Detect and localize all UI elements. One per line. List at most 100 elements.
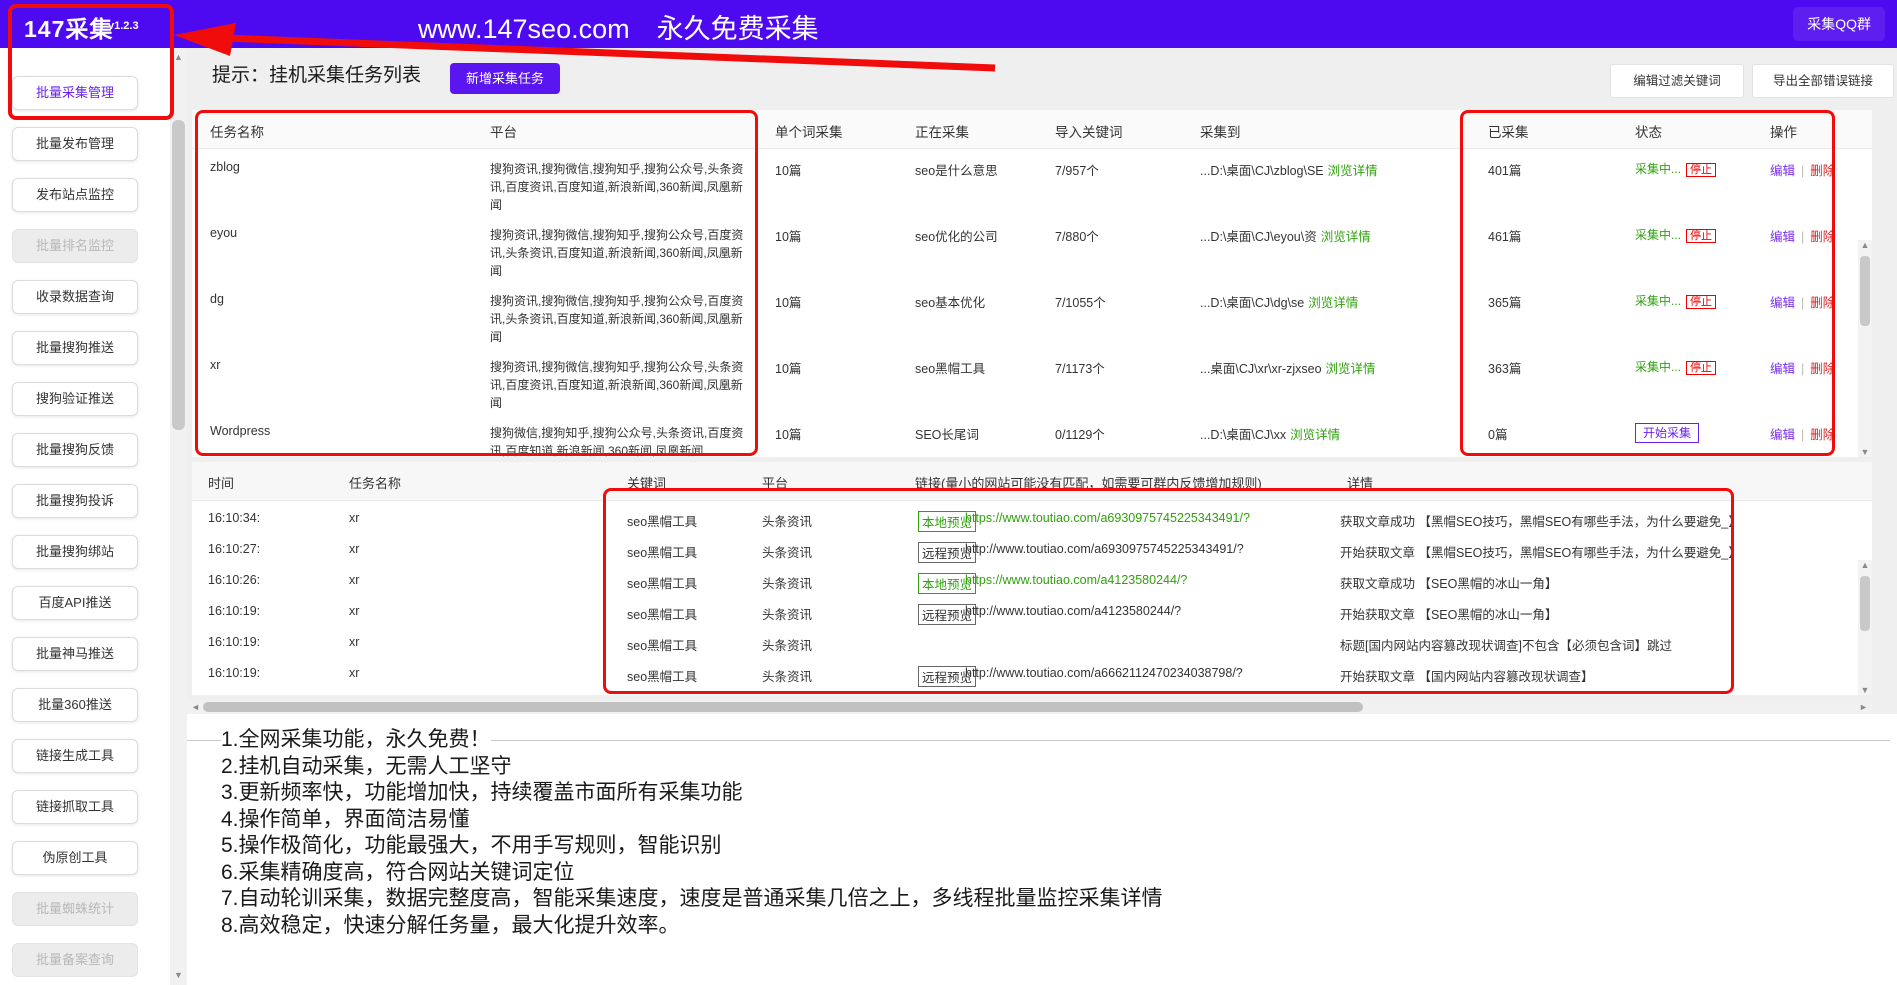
- stop-button[interactable]: 停止: [1686, 295, 1716, 309]
- log-row: 16:10:19: xr seo黑帽工具 头条资讯 标题[国内网站内容篡改现状调…: [192, 628, 1872, 659]
- delete-link[interactable]: 删除: [1810, 428, 1835, 442]
- collected-count: 365篇: [1488, 292, 1521, 311]
- sidebar-item-baidu-api-push[interactable]: 百度API推送: [12, 586, 138, 620]
- path-text: ...D:\桌面\CJ\zblog\SE: [1200, 164, 1324, 178]
- sidebar-item-batch-sogou-feedback[interactable]: 批量搜狗反馈: [12, 433, 138, 467]
- edit-link[interactable]: 编辑: [1770, 362, 1795, 376]
- actions-cell: 编辑|删除: [1770, 160, 1835, 179]
- sidebar-item-publish-site-monitor[interactable]: 发布站点监控: [12, 178, 138, 212]
- browse-details-link[interactable]: 浏览详情: [1326, 362, 1376, 376]
- feature-item: 1.全网采集功能，永久免费！: [221, 727, 1163, 754]
- scroll-up-icon[interactable]: ▲: [1858, 560, 1872, 570]
- sidebar-item-pseudo-original-tool[interactable]: 伪原创工具: [12, 841, 138, 875]
- actions-cell: 编辑|删除: [1770, 226, 1835, 245]
- scrollbar-thumb[interactable]: [1860, 576, 1870, 631]
- stop-button[interactable]: 停止: [1686, 163, 1716, 177]
- log-time: 16:10:19:: [208, 666, 260, 680]
- stop-button[interactable]: 停止: [1686, 361, 1716, 375]
- browse-details-link[interactable]: 浏览详情: [1290, 428, 1340, 442]
- running-status: 采集中...: [1635, 360, 1681, 374]
- status-cell: 采集中...停止: [1635, 160, 1716, 177]
- per-word-count: 10篇: [775, 160, 801, 179]
- delete-link[interactable]: 删除: [1810, 164, 1835, 178]
- article-link[interactable]: http://www.toutiao.com/a4123580244/?: [965, 604, 1181, 618]
- path-text: ...D:\桌面\CJ\eyou\资: [1200, 230, 1317, 244]
- edit-link[interactable]: 编辑: [1770, 296, 1795, 310]
- new-task-button[interactable]: 新增采集任务: [450, 63, 560, 94]
- sidebar-item-link-generate-tool[interactable]: 链接生成工具: [12, 739, 138, 773]
- log-platform: 头条资讯: [762, 542, 812, 561]
- task-table-scrollbar[interactable]: ▲ ▼: [1858, 240, 1872, 457]
- log-time: 16:10:19:: [208, 635, 260, 649]
- current-keyword: seo优化的公司: [915, 226, 998, 245]
- scroll-down-icon[interactable]: ▼: [1858, 685, 1872, 695]
- article-link[interactable]: http://www.toutiao.com/a6662112470234038…: [965, 666, 1243, 680]
- delete-link[interactable]: 删除: [1810, 230, 1835, 244]
- log-detail: 获取文章成功 【黑帽SEO技巧，黑帽SEO有哪些手法，为什么要避免_】: [1340, 511, 1741, 530]
- scrollbar-thumb[interactable]: [1860, 256, 1870, 326]
- sidebar-item-batch-360-push[interactable]: 批量360推送: [12, 688, 138, 722]
- edit-filter-keywords-button[interactable]: 编辑过滤关键词: [1610, 64, 1744, 98]
- main-vertical-scrollbar[interactable]: ▲ ▼: [170, 48, 187, 985]
- sidebar-item-batch-rank-monitor: 批量排名监控: [12, 229, 138, 263]
- task-name: eyou: [210, 226, 237, 240]
- sidebar-item-sogou-verify-push[interactable]: 搜狗验证推送: [12, 382, 138, 416]
- col-task-name: 任务名称: [210, 121, 264, 141]
- scroll-up-icon[interactable]: ▲: [170, 52, 187, 62]
- browse-details-link[interactable]: 浏览详情: [1308, 296, 1358, 310]
- task-table-header: 任务名称 平台 单个词采集 正在采集 导入关键词 采集到 已采集 状态 操作: [192, 110, 1872, 149]
- delete-link[interactable]: 删除: [1810, 362, 1835, 376]
- path-text: ...桌面\CJ\xr\xr-zjxseo: [1200, 362, 1322, 376]
- horizontal-scrollbar[interactable]: ◄ ►: [187, 700, 1872, 714]
- save-path: ...D:\桌面\CJ\xx 浏览详情: [1200, 424, 1340, 443]
- scroll-down-icon[interactable]: ▼: [1858, 447, 1872, 457]
- feature-item: 8.高效稳定，快速分解任务量，最大化提升效率。: [221, 913, 1163, 940]
- sidebar-item-batch-sogou-bind[interactable]: 批量搜狗绑站: [12, 535, 138, 569]
- actions-cell: 编辑|删除: [1770, 358, 1835, 377]
- delete-link[interactable]: 删除: [1810, 296, 1835, 310]
- sidebar-item-link-grab-tool[interactable]: 链接抓取工具: [12, 790, 138, 824]
- status-cell: 采集中... 停止: [1635, 226, 1716, 243]
- feature-item: 2.挂机自动采集，无需人工坚守: [221, 754, 1163, 781]
- scrollbar-thumb[interactable]: [203, 702, 1363, 712]
- log-row: 16:10:19: xr seo黑帽工具 头条资讯 远程预览 http://ww…: [192, 659, 1872, 690]
- article-link[interactable]: https://www.toutiao.com/a4123580244/?: [965, 573, 1187, 587]
- edit-link[interactable]: 编辑: [1770, 164, 1795, 178]
- feature-item: 4.操作简单，界面简洁易懂: [221, 807, 1163, 834]
- edit-link[interactable]: 编辑: [1770, 230, 1795, 244]
- top-bar: 147采集 v1.2.3 www.147seo.com 永久免费采集 采集QQ群: [0, 0, 1897, 48]
- scroll-right-icon[interactable]: ►: [1855, 702, 1872, 712]
- log-keyword: seo黑帽工具: [627, 573, 697, 592]
- scroll-down-icon[interactable]: ▼: [170, 970, 187, 980]
- task-platforms: 搜狗资讯,搜狗微信,搜狗知乎,搜狗公众号,百度资讯,头条资讯,百度知道,新浪新闻…: [490, 292, 748, 346]
- sidebar-item-batch-spider-stats: 批量蜘蛛统计: [12, 892, 138, 926]
- start-collect-button[interactable]: 开始采集: [1635, 423, 1699, 443]
- log-detail: 获取文章成功 【SEO黑帽的冰山一角】: [1340, 573, 1557, 592]
- log-platform: 头条资讯: [762, 666, 812, 685]
- path-text: ...D:\桌面\CJ\xx: [1200, 428, 1286, 442]
- sidebar-item-batch-publish-mgmt[interactable]: 批量发布管理: [12, 127, 138, 161]
- current-keyword: seo基本优化: [915, 292, 985, 311]
- running-status: 采集中...: [1635, 228, 1681, 242]
- sidebar-item-index-data-query[interactable]: 收录数据查询: [12, 280, 138, 314]
- col-keyword: 关键词: [627, 473, 666, 492]
- browse-details-link[interactable]: 浏览详情: [1328, 164, 1378, 178]
- collected-count: 0篇: [1488, 424, 1507, 443]
- stop-button[interactable]: 停止: [1686, 229, 1716, 243]
- sidebar-item-batch-sogou-complaint[interactable]: 批量搜狗投诉: [12, 484, 138, 518]
- export-error-links-button[interactable]: 导出全部错误链接: [1752, 64, 1894, 98]
- browse-details-link[interactable]: 浏览详情: [1321, 230, 1371, 244]
- col-collecting: 正在采集: [915, 121, 969, 141]
- scrollbar-thumb[interactable]: [172, 120, 185, 430]
- edit-link[interactable]: 编辑: [1770, 428, 1795, 442]
- scroll-up-icon[interactable]: ▲: [1858, 240, 1872, 250]
- log-table-scrollbar[interactable]: ▲ ▼: [1858, 560, 1872, 695]
- sidebar-item-batch-sogou-push[interactable]: 批量搜狗推送: [12, 331, 138, 365]
- log-platform: 头条资讯: [762, 511, 812, 530]
- qq-group-button[interactable]: 采集QQ群: [1793, 7, 1885, 41]
- article-link[interactable]: https://www.toutiao.com/a693097574522534…: [965, 511, 1250, 525]
- article-link[interactable]: http://www.toutiao.com/a6930975745225343…: [965, 542, 1244, 556]
- sidebar-item-batch-collect-mgmt[interactable]: 批量采集管理: [12, 76, 138, 110]
- sidebar-item-batch-shenma-push[interactable]: 批量神马推送: [12, 637, 138, 671]
- scroll-left-icon[interactable]: ◄: [187, 702, 204, 712]
